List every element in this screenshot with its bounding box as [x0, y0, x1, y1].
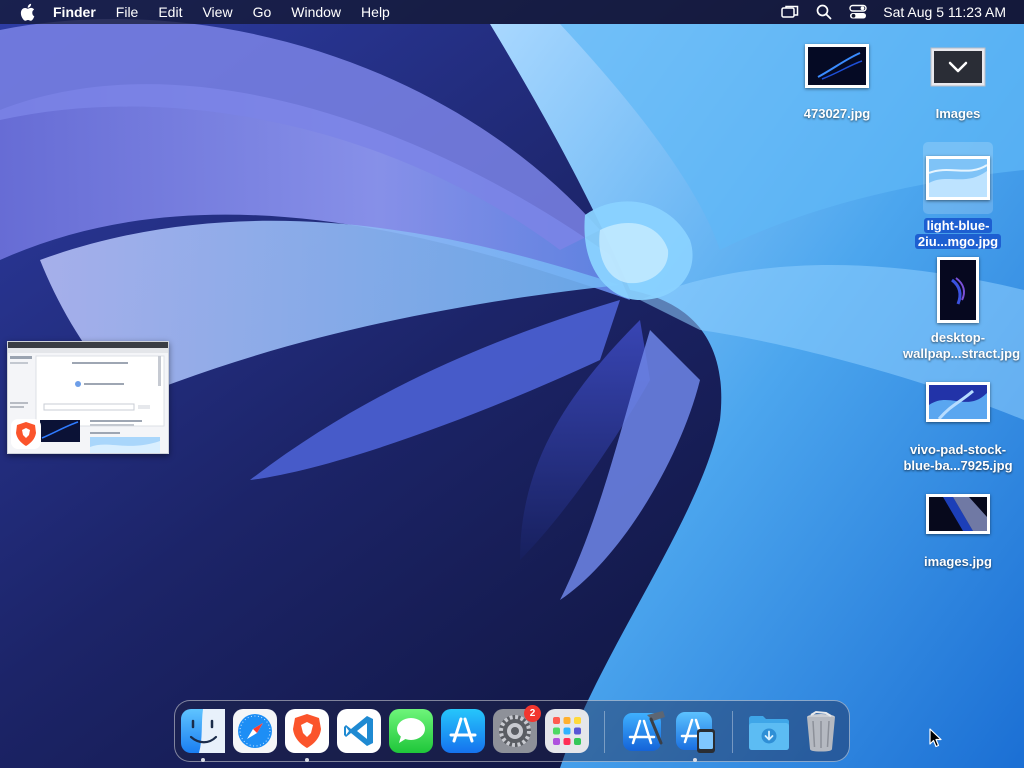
control-center-icon[interactable] — [849, 4, 867, 20]
screen-mirroring-icon[interactable] — [781, 4, 799, 20]
app-store-icon — [441, 709, 485, 753]
menu-window[interactable]: Window — [281, 0, 351, 24]
safari-icon — [233, 709, 277, 753]
image-thumbnail — [903, 366, 1013, 438]
brave-icon — [285, 709, 329, 753]
dock-app-launchpad[interactable] — [545, 709, 589, 753]
folder-icon — [903, 30, 1013, 102]
menu-edit[interactable]: Edit — [148, 0, 192, 24]
dock-app-vscode[interactable] — [337, 709, 381, 753]
dock-app-messages[interactable] — [389, 709, 433, 753]
dock: 2 — [174, 700, 850, 762]
desktop-folder-label: Images — [935, 106, 981, 121]
desktop-file-label: vivo-pad-stock-blue-ba...7925.jpg — [903, 442, 1013, 473]
desktop-file-label: 473027.jpg — [803, 106, 871, 121]
image-thumbnail — [903, 478, 1013, 550]
desktop-file-light-blue[interactable]: light-blue-2iu...mgo.jpg — [903, 142, 1013, 250]
dock-running-indicator — [201, 758, 205, 762]
dock-separator — [604, 711, 605, 753]
menu-bar-clock[interactable]: Sat Aug 5 11:23 AM — [883, 4, 1006, 20]
image-thumbnail — [903, 254, 1013, 326]
apple-icon[interactable] — [17, 0, 37, 24]
desktop-file-desktop-wallpaper[interactable]: desktop-wallpap...stract.jpg — [903, 254, 1021, 362]
menu-help[interactable]: Help — [351, 0, 400, 24]
dock-app-xcode[interactable] — [621, 709, 665, 753]
dock-app-brave[interactable] — [285, 709, 329, 753]
desktop-file-vivo-pad[interactable]: vivo-pad-stock-blue-ba...7925.jpg — [903, 366, 1013, 474]
xcode-icon — [623, 711, 665, 751]
search-icon[interactable] — [815, 4, 833, 20]
desktop-file-images-jpg[interactable]: images.jpg — [903, 478, 1013, 570]
menu-bar: Finder File Edit View Go Window Help Sat… — [0, 0, 1024, 24]
notification-badge: 2 — [524, 705, 541, 722]
menu-go[interactable]: Go — [243, 0, 282, 24]
menu-view[interactable]: View — [192, 0, 242, 24]
trash-icon — [807, 710, 835, 752]
mouse-pointer-icon — [929, 728, 942, 748]
dock-app-safari[interactable] — [233, 709, 277, 753]
dock-app-system-settings[interactable]: 2 — [493, 705, 541, 753]
finder-icon — [181, 709, 225, 753]
brave-icon — [11, 419, 41, 449]
desktop-file-label: desktop-wallpap...stract.jpg — [903, 330, 1021, 361]
simulator-icon — [676, 712, 715, 753]
image-thumbnail — [923, 142, 993, 214]
image-thumbnail — [782, 30, 892, 102]
messages-icon — [389, 709, 433, 753]
desktop-file-473027[interactable]: 473027.jpg — [782, 30, 892, 122]
dock-running-indicator — [305, 758, 309, 762]
dock-app-downloads[interactable] — [747, 709, 791, 753]
desktop-file-label: light-blue-2iu...mgo.jpg — [903, 218, 1013, 250]
desktop-file-label: images.jpg — [924, 554, 992, 569]
dock-separator — [732, 711, 733, 753]
dock-app-finder[interactable] — [181, 709, 225, 753]
desktop-folder-images[interactable]: Images — [903, 30, 1013, 122]
menu-file[interactable]: File — [106, 0, 149, 24]
dock-app-simulator[interactable] — [673, 709, 717, 753]
vscode-icon — [337, 709, 381, 753]
menu-app-finder[interactable]: Finder — [53, 0, 106, 24]
launchpad-icon — [545, 709, 589, 753]
dock-running-indicator — [693, 758, 697, 762]
dock-app-trash[interactable] — [799, 709, 843, 753]
screenshot-thumbnail-preview[interactable] — [7, 341, 169, 454]
dock-app-app-store[interactable] — [441, 709, 485, 753]
downloads-folder-icon — [749, 716, 789, 750]
